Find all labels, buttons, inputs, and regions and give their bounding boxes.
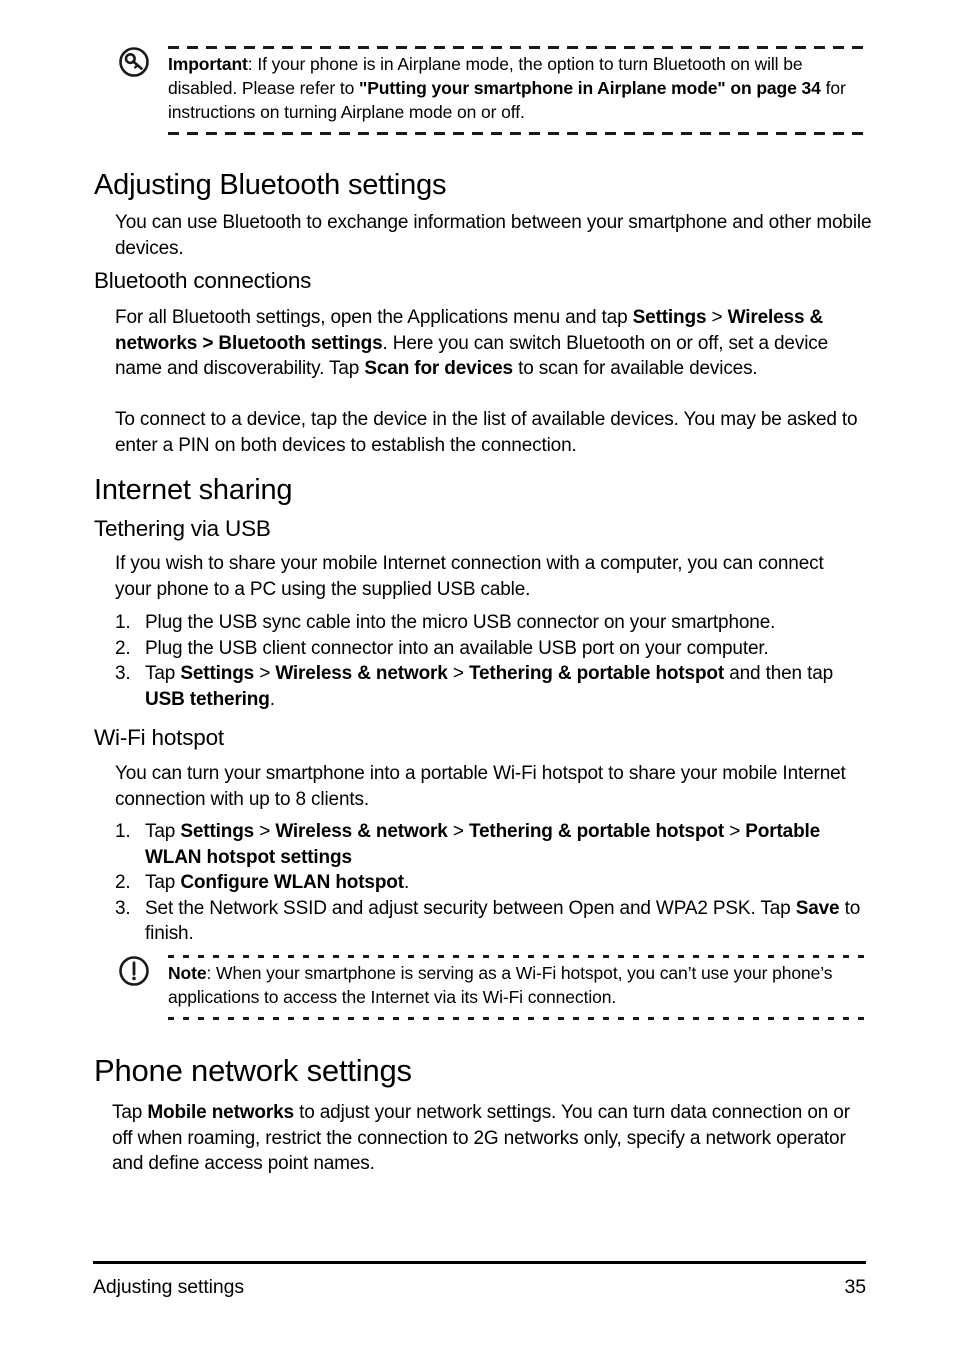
step-fragment: Set the Network SSID and adjust security… [145, 897, 796, 919]
phone-network-paragraph: Tap Mobile networks to adjust your netwo… [112, 1100, 872, 1177]
step-fragment: Tap [145, 872, 181, 893]
bluetooth-intro-paragraph: You can use Bluetooth to exchange inform… [115, 212, 872, 259]
important-callout: Important: If your phone is in Airplane … [118, 46, 868, 135]
important-line-3: instructions on turning Airplane mode on… [168, 102, 525, 122]
subheading-tethering-via-usb: Tethering via USB [94, 516, 271, 541]
step-fragment: Configure WLAN hotspot [180, 872, 404, 893]
step-fragment: Settings [180, 663, 255, 684]
list-item: Tap Settings > Wireless & network > Teth… [115, 819, 879, 870]
step-fragment: > [724, 821, 746, 842]
list-item: Set the Network SSID and adjust security… [115, 896, 879, 947]
heading-phone-network-settings: Phone network settings [94, 1053, 412, 1088]
step-fragment: Tap [145, 821, 181, 842]
usb-tethering-steps: Plug the USB sync cable into the micro U… [94, 610, 874, 712]
list-item: Plug the USB sync cable into the micro U… [115, 610, 874, 636]
step-fragment: Tethering & portable hotspot [468, 663, 725, 684]
important-line-2-suffix: for [820, 78, 846, 98]
bt-p1-c: > [706, 307, 728, 328]
manual-page: Important: If your phone is in Airplane … [0, 0, 954, 1352]
footer: Adjusting settings 35 [93, 1276, 866, 1299]
bluetooth-connect-paragraph: To connect to a device, tap the device i… [115, 409, 858, 456]
usb-tethering-intro: If you wish to share your mobile Interne… [115, 553, 824, 600]
important-line-1-text: : If your phone is in Airplane mode, the… [247, 54, 803, 74]
step-fragment: > [447, 663, 469, 684]
step-fragment: and then tap [724, 663, 834, 684]
step-fragment: Wireless & network [275, 663, 448, 684]
callout-bottom-rule [168, 132, 868, 135]
pn-a: Tap [112, 1102, 148, 1123]
note-callout: Note: When your smartphone is serving as… [118, 955, 868, 1020]
step-fragment: Plug the USB sync cable into the micro U… [145, 612, 776, 633]
list-item: Tap Configure WLAN hotspot. [115, 870, 879, 896]
list-item: Tap Settings > Wireless & network > Teth… [115, 661, 874, 712]
note-callout-body: Note: When your smartphone is serving as… [168, 958, 868, 1009]
list-item: Plug the USB client connector into an av… [115, 636, 874, 662]
bt-p1-e: to scan for available devices. [512, 358, 758, 379]
page-number: 35 [844, 1276, 867, 1298]
step-fragment: Wireless & network [275, 821, 448, 842]
pn-mobile-networks: Mobile networks [147, 1102, 294, 1123]
step-fragment: > [254, 821, 276, 842]
wifi-hotspot-intro: You can turn your smartphone into a port… [115, 763, 846, 810]
important-callout-body: Important: If your phone is in Airplane … [168, 49, 868, 124]
subheading-bluetooth-connections: Bluetooth connections [94, 268, 312, 293]
bt-p1-settings: Settings [632, 307, 707, 328]
note-bottom-rule [168, 1017, 868, 1020]
step-fragment: Settings [180, 821, 255, 842]
footer-chapter-label: Adjusting settings [93, 1276, 245, 1298]
note-line-1: Note: When your smartphone is serving as… [168, 961, 868, 985]
key-in-circle-icon [118, 46, 150, 78]
wifi-hotspot-steps: Tap Settings > Wireless & network > Teth… [94, 819, 879, 947]
step-fragment: Plug the USB client connector into an av… [145, 637, 769, 659]
step-fragment: Tap [145, 663, 181, 684]
exclamation-in-circle-icon [118, 955, 150, 987]
heading-adjusting-bluetooth-settings: Adjusting Bluetooth settings [94, 169, 447, 201]
important-cross-reference[interactable]: "Putting your smartphone in Airplane mod… [359, 78, 821, 98]
step-fragment: > [447, 821, 469, 842]
step-fragment: . [269, 688, 275, 710]
note-label: Note [168, 963, 207, 983]
note-line-1-text: : When your smartphone is serving as a W… [206, 963, 833, 983]
step-fragment: > [254, 663, 276, 684]
step-fragment: Save [795, 897, 840, 919]
important-line-1: Important: If your phone is in Airplane … [168, 52, 868, 76]
step-fragment: Tethering & portable hotspot [468, 821, 725, 842]
important-label: Important [168, 54, 248, 74]
footer-divider [93, 1261, 866, 1264]
step-fragment: . [403, 872, 410, 893]
subheading-wifi-hotspot: Wi-Fi hotspot [94, 725, 224, 750]
important-line-2: disabled. Please refer to "Putting your … [168, 76, 868, 100]
step-fragment: USB tethering [145, 688, 270, 710]
bluetooth-settings-paragraph: For all Bluetooth settings, open the App… [115, 305, 875, 382]
important-line-2-prefix: disabled. Please refer to [168, 78, 359, 98]
note-line-2: applications to access the Internet via … [168, 987, 617, 1007]
bt-p1-scan: Scan for devices [364, 358, 513, 379]
bt-p1-a: For all Bluetooth settings, open the App… [115, 307, 633, 328]
heading-internet-sharing: Internet sharing [94, 474, 293, 506]
